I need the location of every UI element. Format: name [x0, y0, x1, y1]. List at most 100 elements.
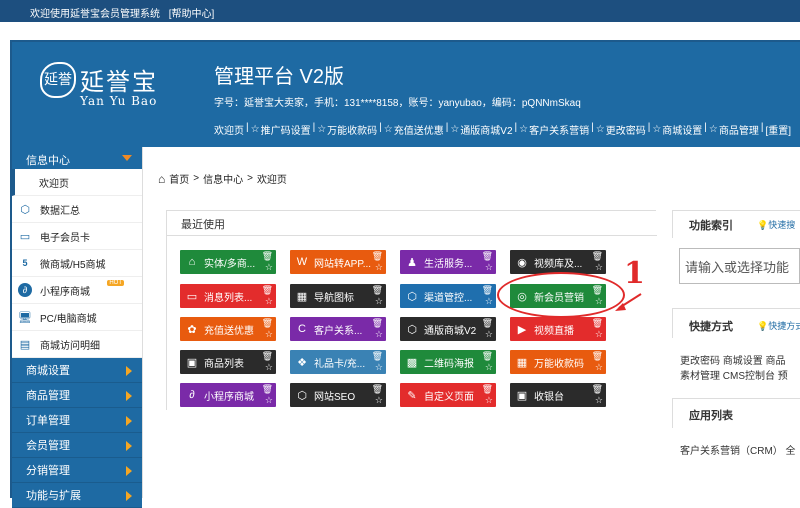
- quick-search-link[interactable]: 💡快速搜: [757, 218, 795, 231]
- app-list-links[interactable]: 客户关系营销（CRM） 全: [680, 442, 796, 457]
- star-icon[interactable]: ☆: [265, 296, 273, 307]
- sidebar-item-welcome[interactable]: 欢迎页: [12, 169, 142, 196]
- trash-icon[interactable]: 🗑: [372, 318, 383, 329]
- sidebar-section-distribution[interactable]: 分销管理: [12, 458, 142, 483]
- recent-tile[interactable]: ▣ 商品列表 🗑 ☆: [180, 350, 276, 374]
- nav-change-password[interactable]: ☆ 更改密码: [596, 122, 646, 137]
- recent-tile[interactable]: W 网站转APP... 🗑 ☆: [290, 250, 386, 274]
- star-icon[interactable]: ☆: [375, 296, 383, 307]
- star-icon[interactable]: ☆: [485, 395, 493, 406]
- caret-right-icon: [126, 491, 132, 501]
- recent-tile[interactable]: ⬡ 渠道管控... 🗑 ☆: [400, 284, 496, 308]
- bulb-icon: 💡: [757, 321, 769, 331]
- trash-icon[interactable]: 🗑: [372, 384, 383, 395]
- trash-icon[interactable]: 🗑: [482, 285, 493, 296]
- star-icon[interactable]: ☆: [595, 262, 603, 273]
- star-icon[interactable]: ☆: [595, 395, 603, 406]
- sidebar-section-mall-settings[interactable]: 商城设置: [12, 358, 142, 383]
- top-nav: 欢迎页 | ☆ 推广码设置 | ☆ 万能收款码 | ☆ 充值送优惠 | ☆ 通版商城V2…: [214, 122, 792, 137]
- star-icon: ☆: [595, 124, 605, 135]
- trash-icon[interactable]: 🗑: [262, 351, 273, 362]
- nav-mall-settings[interactable]: ☆ 商城设置: [652, 122, 702, 137]
- nav-mall-v2[interactable]: ☆ 通版商城V2: [450, 122, 512, 137]
- nav-product-mgmt[interactable]: ☆ 商品管理: [709, 122, 759, 137]
- star-icon[interactable]: ☆: [485, 296, 493, 307]
- star-icon[interactable]: ☆: [485, 262, 493, 273]
- recent-tile[interactable]: ◉ 视频库及... 🗑 ☆: [510, 250, 606, 274]
- sidebar-item-member-card[interactable]: ▭ 电子会员卡: [12, 223, 142, 250]
- sidebar-section-product-mgmt[interactable]: 商品管理: [12, 383, 142, 408]
- star-icon[interactable]: ☆: [265, 329, 273, 340]
- shortcut-settings-link[interactable]: 💡快捷方式: [757, 319, 800, 332]
- sidebar-item-miniprogram[interactable]: ∂ 小程序商城 HOT: [12, 277, 142, 304]
- tile-label: 生活服务...: [424, 258, 473, 270]
- star-icon[interactable]: ☆: [595, 362, 603, 373]
- star-icon[interactable]: ☆: [485, 329, 493, 340]
- function-search-input[interactable]: 请输入或选择功能: [679, 248, 800, 284]
- star-icon[interactable]: ☆: [595, 329, 603, 340]
- sidebar-item-h5-mall[interactable]: 5 微商城/H5商城: [12, 250, 142, 277]
- sidebar-section-extensions[interactable]: 功能与扩展: [12, 483, 142, 508]
- sidebar-section-order-mgmt[interactable]: 订单管理: [12, 408, 142, 433]
- recent-tile[interactable]: ▦ 导航图标 🗑 ☆: [290, 284, 386, 308]
- nav-welcome[interactable]: 欢迎页: [214, 122, 244, 137]
- star-icon[interactable]: ☆: [375, 362, 383, 373]
- star-icon[interactable]: ☆: [265, 362, 273, 373]
- recent-tile[interactable]: ▩ 二维码海报 🗑 ☆: [400, 350, 496, 374]
- breadcrumb-home[interactable]: 首页: [169, 171, 189, 186]
- trash-icon[interactable]: 🗑: [482, 318, 493, 329]
- nav-payment-code[interactable]: ☆ 万能收款码: [317, 122, 377, 137]
- trash-icon[interactable]: 🗑: [372, 285, 383, 296]
- sidebar-header-info-center[interactable]: 信息中心: [12, 147, 142, 169]
- sidebar-section-member-mgmt[interactable]: 会员管理: [12, 433, 142, 458]
- shortcut-links-row1[interactable]: 更改密码 商城设置 商品: [680, 352, 786, 367]
- recent-tile[interactable]: ⬡ 网站SEO 🗑 ☆: [290, 383, 386, 407]
- breadcrumb-info-center[interactable]: 信息中心: [203, 171, 243, 186]
- trash-icon[interactable]: 🗑: [372, 351, 383, 362]
- star-icon[interactable]: ☆: [375, 262, 383, 273]
- recent-tile[interactable]: ❖ 礼品卡/充... 🗑 ☆: [290, 350, 386, 374]
- recent-tile[interactable]: ✎ 自定义页面 🗑 ☆: [400, 383, 496, 407]
- nav-promo-code[interactable]: ☆ 推广码设置: [251, 122, 311, 137]
- shortcut-links-row2[interactable]: 素材管理 CMS控制台 预: [680, 367, 788, 382]
- star-icon[interactable]: ☆: [485, 362, 493, 373]
- trash-icon[interactable]: 🗑: [482, 251, 493, 262]
- recent-tile[interactable]: ∂ 小程序商城 🗑 ☆: [180, 383, 276, 407]
- recent-tile[interactable]: ▭ 消息列表... 🗑 ☆: [180, 284, 276, 308]
- recent-tile[interactable]: ♟ 生活服务... 🗑 ☆: [400, 250, 496, 274]
- trash-icon[interactable]: 🗑: [372, 251, 383, 262]
- trash-icon[interactable]: 🗑: [592, 384, 603, 395]
- help-center-link[interactable]: [帮助中心]: [169, 9, 215, 20]
- recent-tile[interactable]: ⬡ 通版商城V2 🗑 ☆: [400, 317, 496, 341]
- nav-recharge[interactable]: ☆ 充值送优惠: [384, 122, 444, 137]
- trash-icon[interactable]: 🗑: [262, 285, 273, 296]
- nav-crm[interactable]: ☆ 客户关系营销: [519, 122, 589, 137]
- star-icon[interactable]: ☆: [375, 329, 383, 340]
- caret-down-icon: [122, 155, 132, 161]
- trash-icon[interactable]: 🗑: [482, 384, 493, 395]
- shortcut-panel: 快捷方式 💡快捷方式: [672, 308, 800, 338]
- trash-icon[interactable]: 🗑: [262, 318, 273, 329]
- trash-icon[interactable]: 🗑: [262, 251, 273, 262]
- breadcrumb-current: 欢迎页: [256, 175, 287, 186]
- tile-label: 商品列表: [204, 358, 244, 370]
- nav-reset[interactable]: [重置]: [765, 122, 791, 137]
- recent-tile[interactable]: C 客户关系... 🗑 ☆: [290, 317, 386, 341]
- star-icon[interactable]: ☆: [265, 395, 273, 406]
- trash-icon[interactable]: 🗑: [592, 318, 603, 329]
- star-icon: ☆: [383, 124, 393, 135]
- recent-tile[interactable]: ▦ 万能收款码 🗑 ☆: [510, 350, 606, 374]
- sidebar-item-visit-detail[interactable]: ▤ 商城访问明细: [12, 331, 142, 358]
- sidebar-item-pc-mall[interactable]: 🖥 PC/电脑商城: [12, 304, 142, 331]
- trash-icon[interactable]: 🗑: [482, 351, 493, 362]
- trash-icon[interactable]: 🗑: [592, 251, 603, 262]
- sidebar-item-data-summary[interactable]: ⬡ 数据汇总: [12, 196, 142, 223]
- trash-icon[interactable]: 🗑: [262, 384, 273, 395]
- recent-tile[interactable]: ▶ 视频直播 🗑 ☆: [510, 317, 606, 341]
- trash-icon[interactable]: 🗑: [592, 351, 603, 362]
- recent-tile[interactable]: ▣ 收银台 🗑 ☆: [510, 383, 606, 407]
- recent-tile[interactable]: ✿ 充值送优惠 🗑 ☆: [180, 317, 276, 341]
- star-icon[interactable]: ☆: [265, 262, 273, 273]
- star-icon[interactable]: ☆: [375, 395, 383, 406]
- recent-tile[interactable]: ⌂ 实体/多商... 🗑 ☆: [180, 250, 276, 274]
